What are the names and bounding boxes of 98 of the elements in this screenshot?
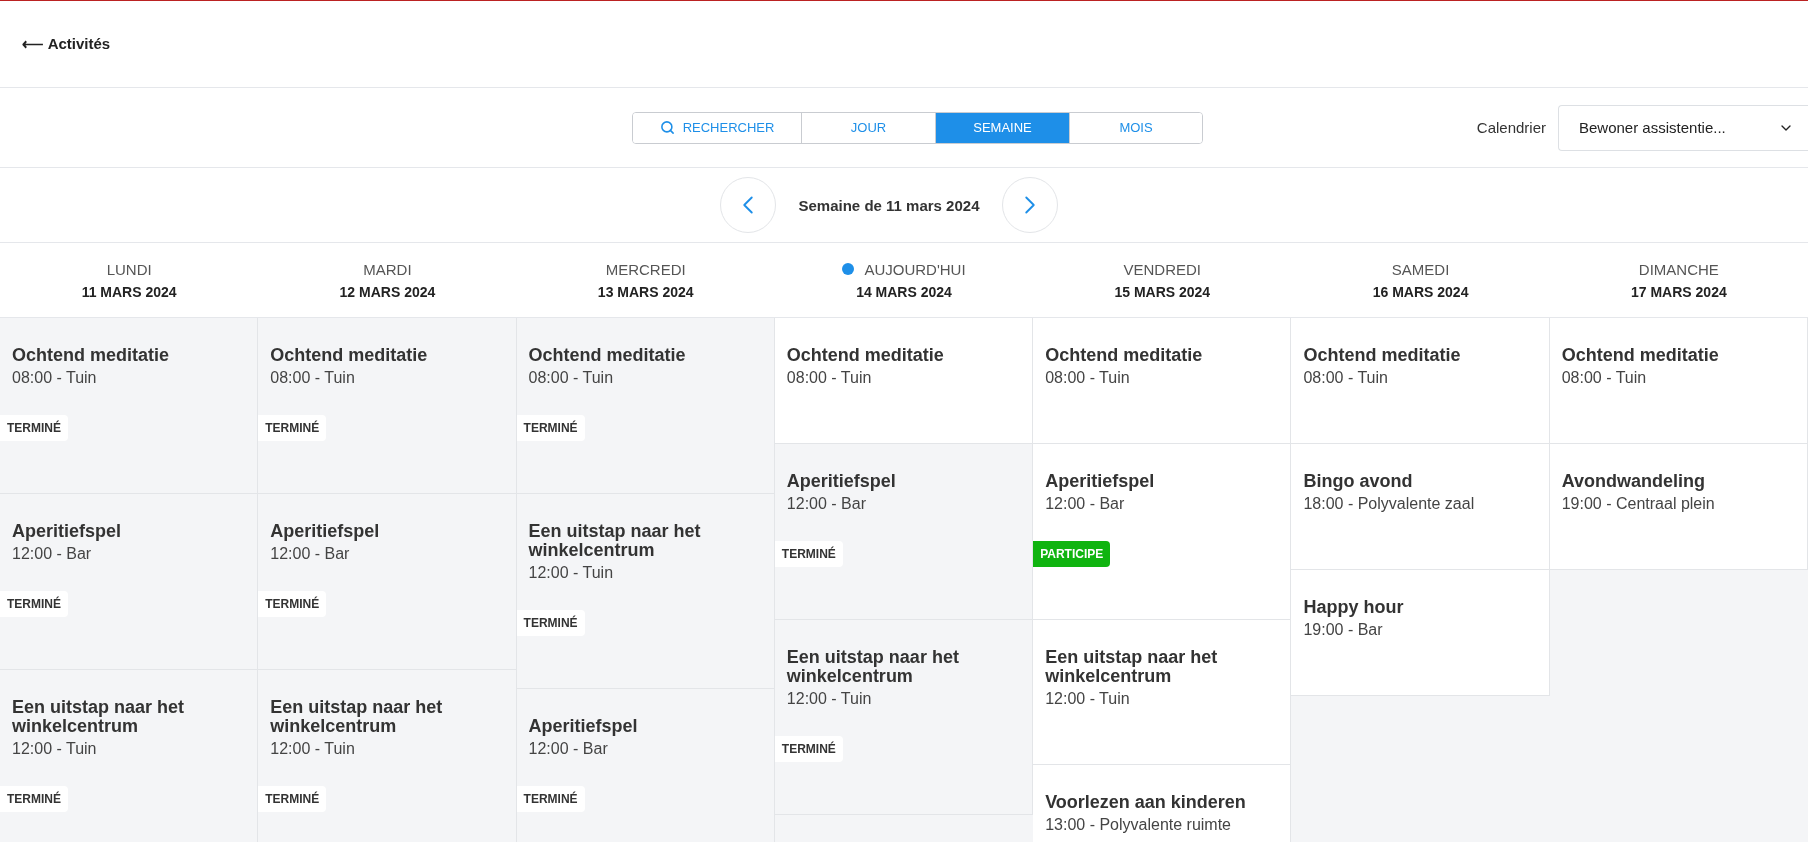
- event-time: 08:00 - Tuin: [786, 369, 872, 387]
- event-time: 18:00 - Polyvalente zaal: [1303, 495, 1475, 513]
- event-time: 12:00 - Bar: [1045, 495, 1125, 513]
- event-card[interactable]: Aperitiefspel 12:00 - Bar TERMINÉ: [0, 494, 259, 670]
- event-card[interactable]: Bingo avond 18:00 - Polyvalente zaal: [1291, 444, 1550, 570]
- day-name: MARDI: [363, 260, 412, 278]
- event-title: Een uitstap naar het winkelcentrum: [270, 698, 444, 736]
- event-title: Ochtend meditatie: [786, 346, 944, 365]
- day-name: DIMANCHE: [1638, 260, 1719, 278]
- week-title: Semaine de 11 mars 2024: [797, 196, 981, 214]
- status-badge: TERMINÉ: [516, 786, 585, 812]
- status-badge: TERMINÉ: [258, 786, 327, 812]
- back-link[interactable]: ⟵ Activités: [22, 35, 111, 53]
- event-card[interactable]: Een uitstap naar het winkelcentrum 12:00 - Tuin: [1033, 620, 1292, 765]
- event-title: Voorlezen aan kinderen: [1045, 793, 1246, 812]
- status-badge: TERMINÉ: [0, 786, 68, 812]
- event-card[interactable]: Aperitiefspel 12:00 - Bar TERMINÉ: [774, 444, 1034, 620]
- event-title: Avondwandeling: [1561, 472, 1706, 491]
- event-time: 08:00 - Tuin: [1303, 369, 1388, 387]
- event-card[interactable]: Een uitstap naar het winkelcentrum 12:00 - Tuin TERMINÉ: [516, 494, 775, 689]
- status-badge: TERMINÉ: [258, 415, 327, 441]
- day-date: 13 MARS 2024: [597, 283, 694, 300]
- event-card[interactable]: Ochtend meditatie 08:00 - Tuin TERMINÉ: [0, 318, 259, 494]
- status-badge: TERMINÉ: [516, 415, 585, 441]
- day-name: LUNDI: [106, 260, 152, 278]
- event-title: Aperitiefspel: [1045, 472, 1155, 491]
- event-card[interactable]: Een uitstap naar het winkelcentrum 12:00 - Tuin TERMINÉ: [0, 670, 259, 842]
- event-card[interactable]: Aperitiefspel 12:00 - Bar TERMINÉ: [516, 689, 775, 842]
- event-title: Aperitiefspel: [528, 717, 638, 736]
- event-title: Aperitiefspel: [12, 522, 122, 541]
- day-date: 17 MARS 2024: [1631, 283, 1727, 300]
- event-time: 12:00 - Tuin: [270, 740, 355, 758]
- event-time: 12:00 - Bar: [270, 545, 350, 563]
- day-date: 11 MARS 2024: [81, 283, 177, 300]
- event-card[interactable]: Ochtend meditatie 08:00 - Tuin: [1291, 318, 1550, 444]
- event-time: 12:00 - Bar: [12, 545, 92, 563]
- day-date: 16 MARS 2024: [1372, 283, 1469, 300]
- next-week-button[interactable]: [1002, 177, 1058, 233]
- event-time: 08:00 - Tuin: [12, 369, 97, 387]
- event-title: Aperitiefspel: [786, 472, 896, 491]
- event-title: Ochtend meditatie: [528, 346, 686, 365]
- event-title: Aperitiefspel: [270, 522, 380, 541]
- event-title: Ochtend meditatie: [1045, 346, 1203, 365]
- event-time: 12:00 - Tuin: [786, 690, 872, 708]
- event-time: 08:00 - Tuin: [1561, 369, 1647, 387]
- day-name: SAMEDI: [1391, 260, 1450, 278]
- event-time: 12:00 - Tuin: [1045, 690, 1130, 708]
- event-title: Ochtend meditatie: [1561, 346, 1719, 365]
- event-time: 08:00 - Tuin: [1045, 369, 1130, 387]
- today-dot: [842, 263, 855, 275]
- event-card[interactable]: Een uitstap naar het winkelcentrum 12:00 - Tuin TERMINÉ: [774, 620, 1034, 815]
- event-time: 08:00 - Tuin: [528, 369, 614, 387]
- status-badge: TERMINÉ: [0, 591, 68, 617]
- day-name: VENDREDI: [1123, 260, 1202, 278]
- event-title: Happy hour: [1303, 598, 1404, 617]
- event-time: 12:00 - Bar: [786, 495, 866, 513]
- event-card[interactable]: Avondwandeling 19:00 - Centraal plein: [1549, 444, 1808, 570]
- day-date: 14 MARS 2024: [856, 283, 952, 300]
- day-date: 15 MARS 2024: [1114, 283, 1211, 300]
- calendar-label: Calendrier: [1476, 119, 1546, 136]
- status-badge: TERMINÉ: [258, 591, 327, 617]
- event-time: 19:00 - Centraal plein: [1561, 495, 1715, 513]
- day-name: MERCREDI: [605, 260, 686, 278]
- event-time: 19:00 - Bar: [1303, 621, 1383, 639]
- day-date: 12 MARS 2024: [339, 283, 436, 300]
- event-card[interactable]: Ochtend meditatie 08:00 - Tuin TERMINÉ: [258, 318, 517, 494]
- event-card[interactable]: Aperitiefspel 12:00 - Bar TERMINÉ: [258, 494, 517, 670]
- event-title: Een uitstap naar het winkelcentrum: [528, 522, 702, 560]
- previous-week-button[interactable]: [720, 177, 776, 233]
- event-title: Bingo avond: [1303, 472, 1413, 491]
- event-time: 12:00 - Tuin: [528, 564, 614, 582]
- status-badge: TERMINÉ: [0, 415, 68, 441]
- event-title: Ochtend meditatie: [1303, 346, 1461, 365]
- status-badge: TERMINÉ: [516, 610, 585, 636]
- day-name: AUJOURD'HUI: [842, 260, 966, 278]
- event-time: 13:00 - Polyvalente ruimte: [1045, 816, 1231, 834]
- event-card[interactable]: Voorlezen aan kinderen 13:00 - Polyvalente ruimte: [1033, 765, 1292, 842]
- view-tab[interactable]: MOIS: [1069, 112, 1202, 143]
- event-card[interactable]: Happy hour 19:00 - Bar: [1291, 570, 1550, 696]
- status-badge: TERMINÉ: [774, 541, 843, 567]
- event-title: Een uitstap naar het winkelcentrum: [786, 648, 960, 686]
- event-card[interactable]: Aperitiefspel 12:00 - Bar PARTICIPE: [1033, 444, 1292, 620]
- event-time: 08:00 - Tuin: [270, 369, 355, 387]
- event-title: Een uitstap naar het winkelcentrum: [12, 698, 186, 736]
- event-title: Ochtend meditatie: [270, 346, 428, 365]
- event-time: 12:00 - Tuin: [12, 740, 97, 758]
- event-card[interactable]: Ochtend meditatie 08:00 - Tuin: [1549, 318, 1808, 444]
- event-card[interactable]: Ochtend meditatie 08:00 - Tuin: [774, 318, 1034, 444]
- status-badge: PARTICIPE: [1033, 541, 1111, 567]
- event-card[interactable]: Ochtend meditatie 08:00 - Tuin: [1033, 318, 1292, 444]
- event-card[interactable]: Een uitstap naar het winkelcentrum 12:00 - Tuin TERMINÉ: [258, 670, 517, 842]
- calendar-select[interactable]: Bewoner assistentie...: [1558, 104, 1808, 151]
- event-title: Ochtend meditatie: [12, 346, 170, 365]
- event-card[interactable]: Ochtend meditatie 08:00 - Tuin TERMINÉ: [516, 318, 775, 494]
- event-time: 12:00 - Bar: [528, 740, 608, 758]
- event-title: Een uitstap naar het winkelcentrum: [1045, 648, 1219, 686]
- status-badge: TERMINÉ: [774, 736, 843, 762]
- search-icon: [659, 120, 675, 135]
